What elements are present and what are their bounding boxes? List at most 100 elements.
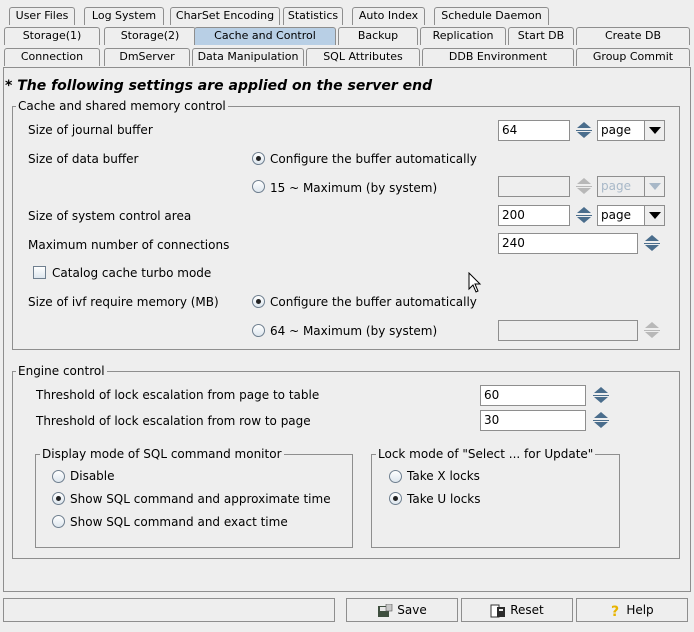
save-disk-icon [378, 603, 393, 617]
data-buffer-auto-radio[interactable] [252, 152, 265, 165]
help-question-icon: ? [611, 604, 619, 618]
tab-group-commit[interactable]: Group Commit [576, 48, 690, 66]
data-buffer-unit-select[interactable]: page [597, 176, 665, 197]
data-buffer-auto-label: Configure the buffer automatically [270, 152, 477, 166]
system-control-label: Size of system control area [28, 209, 192, 223]
monitor-approx-label: Show SQL command and approximate time [70, 492, 331, 506]
data-buffer-manual-label: 15 ~ Maximum (by system) [270, 181, 438, 195]
tab-charset-encoding[interactable]: CharSet Encoding [170, 7, 280, 25]
spinner-up-icon[interactable] [573, 120, 595, 130]
journal-unit-value: page [601, 123, 631, 137]
page-table-threshold-spinner[interactable] [590, 385, 612, 406]
help-label: Help [626, 603, 654, 617]
reset-label: Reset [510, 603, 544, 617]
tab-backup[interactable]: Backup [338, 27, 418, 45]
spinner-down-icon[interactable] [573, 216, 595, 226]
catalog-cache-checkbox[interactable] [33, 266, 46, 279]
tab-data-manipulation[interactable]: Data Manipulation [192, 48, 304, 66]
ivf-auto-label: Configure the buffer automatically [270, 295, 477, 309]
engine-control-legend: Engine control [16, 364, 107, 378]
system-control-spinner[interactable] [573, 205, 595, 226]
spinner-up-icon[interactable] [573, 176, 595, 186]
cache-memory-legend: Cache and shared memory control [16, 99, 228, 113]
tab-cache-and-control[interactable]: Cache and Control [194, 27, 336, 45]
tab-storage-2[interactable]: Storage(2) [104, 27, 196, 45]
spinner-up-icon[interactable] [641, 233, 663, 243]
ivf-memory-input[interactable] [498, 320, 638, 341]
tab-user-files[interactable]: User Files [9, 7, 75, 25]
ivf-auto-radio[interactable] [252, 295, 265, 308]
chevron-down-icon[interactable] [644, 206, 664, 225]
lock-u-radio[interactable] [389, 492, 402, 505]
spinner-up-icon[interactable] [590, 385, 612, 395]
system-control-input[interactable]: 200 [498, 205, 570, 226]
chevron-down-icon[interactable] [644, 177, 664, 196]
tab-sql-attributes[interactable]: SQL Attributes [306, 48, 420, 66]
spinner-down-icon[interactable] [573, 187, 595, 197]
tab-connection[interactable]: Connection [4, 48, 100, 66]
lock-u-label: Take U locks [407, 492, 481, 506]
spinner-up-icon[interactable] [590, 410, 612, 420]
catalog-cache-label: Catalog cache turbo mode [52, 266, 212, 280]
lock-x-radio[interactable] [389, 470, 402, 483]
tab-statistics[interactable]: Statistics [283, 7, 343, 25]
data-buffer-label: Size of data buffer [28, 152, 139, 166]
tab-log-system[interactable]: Log System [84, 7, 164, 25]
ivf-memory-label: Size of ivf require memory (MB) [28, 295, 219, 309]
row-page-threshold-input[interactable]: 30 [480, 410, 586, 431]
tab-ddb-environment[interactable]: DDB Environment [422, 48, 574, 66]
server-notice: * The following settings are applied on … [5, 78, 433, 94]
tab-create-db[interactable]: Create DB [576, 27, 690, 45]
ivf-manual-radio[interactable] [252, 324, 265, 337]
max-connections-input[interactable]: 240 [498, 233, 638, 254]
spinner-up-icon[interactable] [641, 320, 663, 330]
tab-start-db[interactable]: Start DB [508, 27, 574, 45]
help-button[interactable]: ? Help [576, 598, 688, 622]
spinner-down-icon[interactable] [641, 244, 663, 254]
data-buffer-unit-value: page [601, 179, 631, 193]
page-table-threshold-input[interactable]: 60 [480, 385, 586, 406]
data-buffer-spinner[interactable] [573, 176, 595, 197]
svg-text:?: ? [611, 604, 619, 618]
tab-auto-index[interactable]: Auto Index [352, 7, 425, 25]
cache-memory-group [12, 106, 680, 350]
journal-buffer-input[interactable]: 64 [498, 120, 570, 141]
save-label: Save [397, 603, 427, 617]
sql-monitor-legend: Display mode of SQL command monitor [40, 447, 284, 461]
monitor-exact-label: Show SQL command and exact time [70, 515, 288, 529]
save-button[interactable]: Save [346, 598, 458, 622]
status-field [3, 598, 335, 622]
tab-schedule-daemon[interactable]: Schedule Daemon [434, 7, 549, 25]
system-control-unit-value: page [601, 208, 631, 222]
spinner-down-icon[interactable] [641, 331, 663, 341]
max-connections-label: Maximum number of connections [28, 238, 230, 252]
ivf-manual-label: 64 ~ Maximum (by system) [270, 324, 438, 338]
system-control-unit-select[interactable]: page [597, 205, 665, 226]
spinner-up-icon[interactable] [573, 205, 595, 215]
journal-unit-select[interactable]: page [597, 120, 665, 141]
spinner-down-icon[interactable] [573, 131, 595, 141]
row-page-threshold-spinner[interactable] [590, 410, 612, 431]
monitor-approx-radio[interactable] [52, 492, 65, 505]
journal-buffer-spinner[interactable] [573, 120, 595, 141]
spinner-down-icon[interactable] [590, 421, 612, 431]
page-table-threshold-label: Threshold of lock escalation from page t… [36, 388, 320, 402]
data-buffer-manual-radio[interactable] [252, 180, 265, 193]
reset-button[interactable]: Reset [461, 598, 573, 622]
max-connections-spinner[interactable] [641, 233, 663, 254]
monitor-disable-radio[interactable] [52, 470, 65, 483]
tab-dmserver[interactable]: DmServer [104, 48, 190, 66]
lock-x-label: Take X locks [407, 469, 480, 483]
mouse-pointer-icon [468, 272, 482, 293]
monitor-disable-label: Disable [70, 469, 115, 483]
tab-storage-1[interactable]: Storage(1) [4, 27, 100, 45]
spinner-down-icon[interactable] [590, 396, 612, 406]
chevron-down-icon[interactable] [644, 121, 664, 140]
journal-buffer-label: Size of journal buffer [28, 123, 153, 137]
reset-icon [490, 604, 506, 617]
lock-mode-legend: Lock mode of "Select ... for Update" [376, 447, 596, 461]
ivf-memory-spinner[interactable] [641, 320, 663, 341]
tab-replication[interactable]: Replication [420, 27, 506, 45]
data-buffer-input[interactable] [498, 176, 570, 197]
monitor-exact-radio[interactable] [52, 515, 65, 528]
